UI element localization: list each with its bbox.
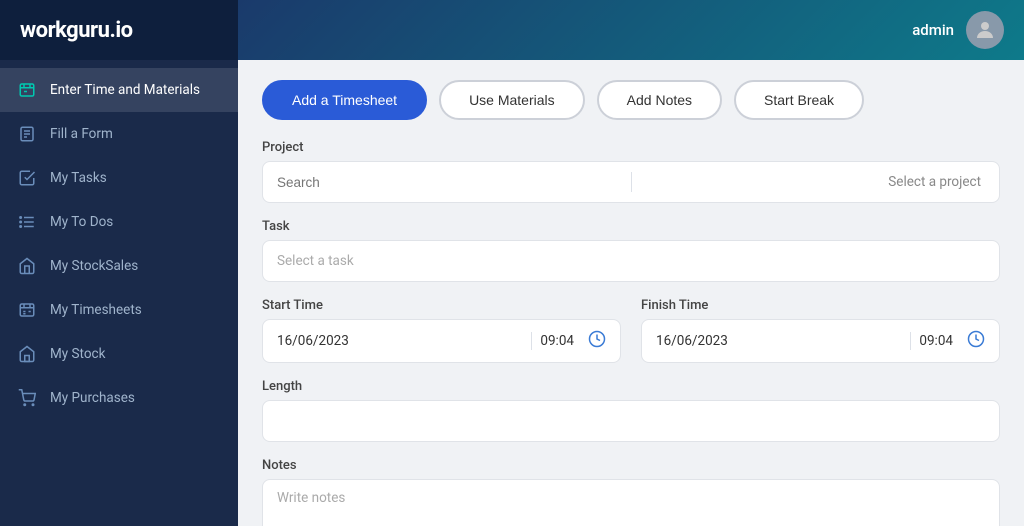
task-field-group: Task Select a task <box>262 219 1000 282</box>
project-label: Project <box>262 140 1000 155</box>
sidebar: workguru.io Enter Time and Materials <box>0 0 238 526</box>
start-time-divider <box>531 332 532 350</box>
start-clock-icon[interactable] <box>588 330 606 352</box>
content-area: Add a Timesheet Use Materials Add Notes … <box>238 60 1024 526</box>
sidebar-item-enter-time[interactable]: Enter Time and Materials <box>0 68 238 112</box>
finish-time-value: 09:04 <box>919 333 953 349</box>
task-placeholder: Select a task <box>277 253 354 269</box>
notes-label: Notes <box>262 458 1000 473</box>
action-buttons: Add a Timesheet Use Materials Add Notes … <box>262 80 1000 120</box>
tasks-icon <box>16 167 38 189</box>
stocksales-icon <box>16 255 38 277</box>
sidebar-item-label: My To Dos <box>50 214 113 230</box>
topbar: admin <box>238 0 1024 60</box>
sidebar-item-label: My Purchases <box>50 390 135 406</box>
avatar <box>966 11 1004 49</box>
start-time-input[interactable]: 16/06/2023 09:04 <box>262 319 621 363</box>
notes-placeholder: Write notes <box>277 490 985 506</box>
task-label: Task <box>262 219 1000 234</box>
project-input-box: Select a project <box>262 161 1000 203</box>
finish-clock-icon[interactable] <box>967 330 985 352</box>
sidebar-item-label: My Timesheets <box>50 302 142 318</box>
brand-name: workguru.io <box>20 18 133 43</box>
sidebar-item-label: My StockSales <box>50 258 138 274</box>
start-date-value: 16/06/2023 <box>277 333 523 349</box>
use-materials-button[interactable]: Use Materials <box>439 80 585 120</box>
add-notes-button[interactable]: Add Notes <box>597 80 722 120</box>
sidebar-item-my-todos[interactable]: My To Dos <box>0 200 238 244</box>
sidebar-item-timesheets[interactable]: My Timesheets <box>0 288 238 332</box>
todos-icon <box>16 211 38 233</box>
user-area: admin <box>912 11 1004 49</box>
time-row: Start Time 16/06/2023 09:04 Finish Time <box>262 298 1000 363</box>
start-break-button[interactable]: Start Break <box>734 80 864 120</box>
logo: workguru.io <box>0 0 238 60</box>
start-time-field: Start Time 16/06/2023 09:04 <box>262 298 621 363</box>
sidebar-item-fill-form[interactable]: Fill a Form <box>0 112 238 156</box>
sidebar-item-label: My Stock <box>50 346 105 362</box>
sidebar-item-stocksales[interactable]: My StockSales <box>0 244 238 288</box>
start-time-value: 09:04 <box>540 333 574 349</box>
length-field-group: Length <box>262 379 1000 442</box>
username: admin <box>912 21 954 39</box>
sidebar-item-label: Enter Time and Materials <box>50 82 200 98</box>
finish-time-input[interactable]: 16/06/2023 09:04 <box>641 319 1000 363</box>
sidebar-item-purchases[interactable]: My Purchases <box>0 376 238 420</box>
notes-field-group: Notes Write notes ⤡ <box>262 458 1000 526</box>
project-search-input[interactable] <box>277 175 623 190</box>
finish-time-divider <box>910 332 911 350</box>
stock-icon <box>16 343 38 365</box>
timesheets-icon <box>16 299 38 321</box>
project-divider <box>631 172 632 192</box>
sidebar-item-stock[interactable]: My Stock <box>0 332 238 376</box>
main-wrapper: admin Add a Timesheet Use Materials Add … <box>238 0 1024 526</box>
length-input[interactable] <box>262 400 1000 442</box>
project-field-group: Project Select a project <box>262 140 1000 203</box>
start-time-label: Start Time <box>262 298 621 313</box>
add-timesheet-button[interactable]: Add a Timesheet <box>262 80 427 120</box>
form-icon <box>16 123 38 145</box>
sidebar-nav: Enter Time and Materials Fill a Form <box>0 60 238 420</box>
project-select-placeholder[interactable]: Select a project <box>640 174 986 190</box>
sidebar-item-label: My Tasks <box>50 170 107 186</box>
notes-input[interactable]: Write notes ⤡ <box>262 479 1000 526</box>
time-materials-icon <box>16 79 38 101</box>
sidebar-item-label: Fill a Form <box>50 126 113 142</box>
purchases-icon <box>16 387 38 409</box>
finish-time-field: Finish Time 16/06/2023 09:04 <box>641 298 1000 363</box>
finish-date-value: 16/06/2023 <box>656 333 902 349</box>
length-label: Length <box>262 379 1000 394</box>
sidebar-item-my-tasks[interactable]: My Tasks <box>0 156 238 200</box>
task-input-box[interactable]: Select a task <box>262 240 1000 282</box>
finish-time-label: Finish Time <box>641 298 1000 313</box>
